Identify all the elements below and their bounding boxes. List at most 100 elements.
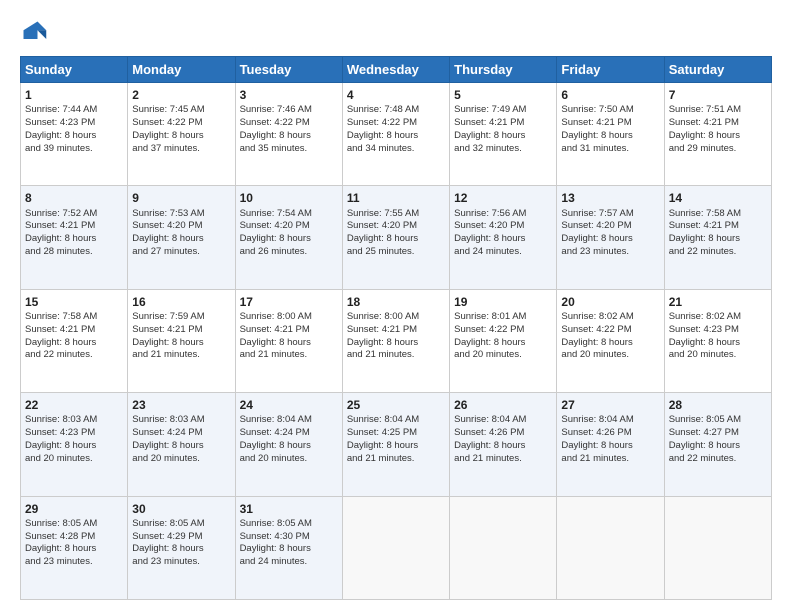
day-number: 26 [454, 397, 552, 413]
day-header-friday: Friday [557, 57, 664, 83]
day-number: 11 [347, 190, 445, 206]
cell-info-line: and 20 minutes. [454, 349, 552, 362]
cell-info-line: Daylight: 8 hours [240, 337, 338, 350]
calendar-cell [664, 496, 771, 599]
day-number: 5 [454, 87, 552, 103]
cell-info-line: and 24 minutes. [240, 556, 338, 569]
cell-info-line: Daylight: 8 hours [347, 337, 445, 350]
day-number: 7 [669, 87, 767, 103]
calendar-cell: 9Sunrise: 7:53 AMSunset: 4:20 PMDaylight… [128, 186, 235, 289]
calendar-cell: 1Sunrise: 7:44 AMSunset: 4:23 PMDaylight… [21, 83, 128, 186]
cell-info-line: Sunrise: 7:52 AM [25, 208, 123, 221]
cell-info-line: Sunset: 4:21 PM [669, 117, 767, 130]
cell-info-line: Sunset: 4:21 PM [669, 220, 767, 233]
cell-info-line: Sunset: 4:22 PM [561, 324, 659, 337]
day-number: 18 [347, 294, 445, 310]
calendar-cell: 31Sunrise: 8:05 AMSunset: 4:30 PMDayligh… [235, 496, 342, 599]
cell-info-line: Sunrise: 8:05 AM [132, 518, 230, 531]
cell-info-line: Sunrise: 8:03 AM [25, 414, 123, 427]
cell-info-line: and 20 minutes. [561, 349, 659, 362]
calendar-cell: 30Sunrise: 8:05 AMSunset: 4:29 PMDayligh… [128, 496, 235, 599]
calendar-cell: 18Sunrise: 8:00 AMSunset: 4:21 PMDayligh… [342, 289, 449, 392]
cell-info-line: Sunrise: 7:51 AM [669, 104, 767, 117]
cell-info-line: and 23 minutes. [132, 556, 230, 569]
calendar-cell: 26Sunrise: 8:04 AMSunset: 4:26 PMDayligh… [450, 393, 557, 496]
calendar-cell: 23Sunrise: 8:03 AMSunset: 4:24 PMDayligh… [128, 393, 235, 496]
cell-info-line: Sunrise: 8:04 AM [454, 414, 552, 427]
calendar-cell: 17Sunrise: 8:00 AMSunset: 4:21 PMDayligh… [235, 289, 342, 392]
cell-info-line: Sunrise: 8:05 AM [669, 414, 767, 427]
day-header-sunday: Sunday [21, 57, 128, 83]
cell-info-line: Sunrise: 7:58 AM [669, 208, 767, 221]
calendar-cell: 7Sunrise: 7:51 AMSunset: 4:21 PMDaylight… [664, 83, 771, 186]
calendar-cell [450, 496, 557, 599]
day-number: 13 [561, 190, 659, 206]
cell-info-line: Sunset: 4:25 PM [347, 427, 445, 440]
calendar-cell: 10Sunrise: 7:54 AMSunset: 4:20 PMDayligh… [235, 186, 342, 289]
day-number: 29 [25, 501, 123, 517]
cell-info-line: Sunset: 4:23 PM [25, 117, 123, 130]
cell-info-line: and 31 minutes. [561, 143, 659, 156]
calendar-cell: 24Sunrise: 8:04 AMSunset: 4:24 PMDayligh… [235, 393, 342, 496]
cell-info-line: and 22 minutes. [669, 453, 767, 466]
cell-info-line: Sunrise: 7:56 AM [454, 208, 552, 221]
day-number: 28 [669, 397, 767, 413]
day-number: 4 [347, 87, 445, 103]
cell-info-line: Sunrise: 7:57 AM [561, 208, 659, 221]
cell-info-line: Sunset: 4:23 PM [25, 427, 123, 440]
calendar: SundayMondayTuesdayWednesdayThursdayFrid… [20, 56, 772, 600]
cell-info-line: Daylight: 8 hours [25, 130, 123, 143]
cell-info-line: Sunset: 4:22 PM [240, 117, 338, 130]
cell-info-line: Sunset: 4:21 PM [561, 117, 659, 130]
day-number: 12 [454, 190, 552, 206]
cell-info-line: Sunrise: 8:04 AM [561, 414, 659, 427]
calendar-cell: 14Sunrise: 7:58 AMSunset: 4:21 PMDayligh… [664, 186, 771, 289]
cell-info-line: Sunset: 4:22 PM [347, 117, 445, 130]
cell-info-line: Sunrise: 7:54 AM [240, 208, 338, 221]
cell-info-line: Sunrise: 7:46 AM [240, 104, 338, 117]
cell-info-line: Sunset: 4:24 PM [240, 427, 338, 440]
cell-info-line: Sunrise: 8:04 AM [240, 414, 338, 427]
cell-info-line: Sunrise: 8:02 AM [561, 311, 659, 324]
calendar-cell: 28Sunrise: 8:05 AMSunset: 4:27 PMDayligh… [664, 393, 771, 496]
calendar-cell: 20Sunrise: 8:02 AMSunset: 4:22 PMDayligh… [557, 289, 664, 392]
cell-info-line: and 34 minutes. [347, 143, 445, 156]
cell-info-line: Daylight: 8 hours [669, 233, 767, 246]
day-number: 25 [347, 397, 445, 413]
cell-info-line: Daylight: 8 hours [454, 440, 552, 453]
logo [20, 18, 52, 46]
cell-info-line: and 21 minutes. [454, 453, 552, 466]
day-number: 30 [132, 501, 230, 517]
cell-info-line: and 22 minutes. [669, 246, 767, 259]
day-number: 31 [240, 501, 338, 517]
cell-info-line: and 21 minutes. [240, 349, 338, 362]
cell-info-line: Daylight: 8 hours [25, 543, 123, 556]
cell-info-line: and 25 minutes. [347, 246, 445, 259]
cell-info-line: and 32 minutes. [454, 143, 552, 156]
calendar-cell: 13Sunrise: 7:57 AMSunset: 4:20 PMDayligh… [557, 186, 664, 289]
calendar-cell: 15Sunrise: 7:58 AMSunset: 4:21 PMDayligh… [21, 289, 128, 392]
calendar-cell: 12Sunrise: 7:56 AMSunset: 4:20 PMDayligh… [450, 186, 557, 289]
day-number: 9 [132, 190, 230, 206]
cell-info-line: and 27 minutes. [132, 246, 230, 259]
cell-info-line: Sunset: 4:24 PM [132, 427, 230, 440]
cell-info-line: Sunrise: 8:01 AM [454, 311, 552, 324]
cell-info-line: Sunrise: 8:00 AM [347, 311, 445, 324]
cell-info-line: and 20 minutes. [25, 453, 123, 466]
cell-info-line: Daylight: 8 hours [132, 233, 230, 246]
day-number: 19 [454, 294, 552, 310]
cell-info-line: Daylight: 8 hours [561, 440, 659, 453]
cell-info-line: Daylight: 8 hours [25, 337, 123, 350]
cell-info-line: Sunrise: 7:44 AM [25, 104, 123, 117]
cell-info-line: Daylight: 8 hours [669, 130, 767, 143]
page: SundayMondayTuesdayWednesdayThursdayFrid… [0, 0, 792, 612]
cell-info-line: Sunrise: 8:03 AM [132, 414, 230, 427]
cell-info-line: Sunset: 4:26 PM [561, 427, 659, 440]
cell-info-line: and 28 minutes. [25, 246, 123, 259]
cell-info-line: Sunrise: 7:59 AM [132, 311, 230, 324]
cell-info-line: Daylight: 8 hours [132, 543, 230, 556]
cell-info-line: Daylight: 8 hours [132, 130, 230, 143]
calendar-cell [342, 496, 449, 599]
cell-info-line: Daylight: 8 hours [561, 130, 659, 143]
cell-info-line: Sunrise: 7:49 AM [454, 104, 552, 117]
